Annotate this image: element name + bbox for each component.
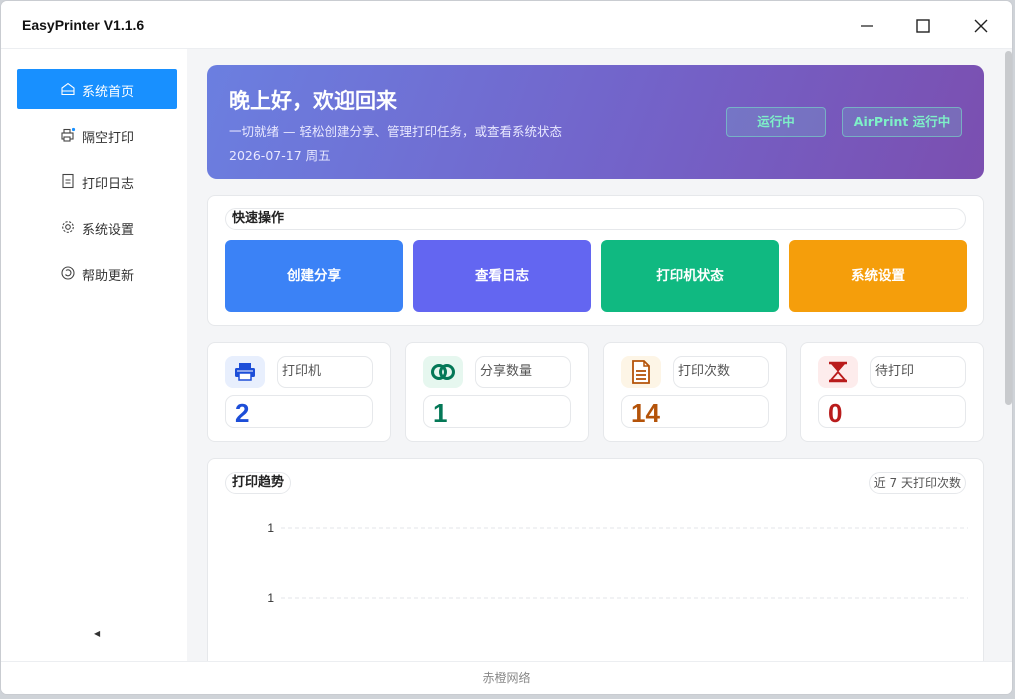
file-text-icon: [621, 356, 661, 388]
sidebar-item-print-log[interactable]: 打印日志: [17, 161, 177, 201]
sidebar-item-label: 打印日志: [82, 177, 135, 192]
document-icon: [62, 173, 74, 189]
sidebar-item-settings[interactable]: 系统设置: [17, 207, 177, 247]
sidebar-item-label: 系统设置: [82, 223, 135, 238]
airprint-icon: [61, 127, 76, 142]
hourglass-icon: [818, 356, 858, 388]
scrollbar-thumb[interactable]: [1005, 51, 1012, 405]
y-tick-label: 1: [267, 521, 274, 535]
main-content: 晚上好，欢迎回来 一切就绪 — 轻松创建分享、管理打印任务，或查看系统状态 20…: [187, 49, 1000, 661]
print-trend-card: 打印趋势 近 7 天打印次数 11: [207, 458, 984, 661]
welcome-banner: 晚上好，欢迎回来 一切就绪 — 轻松创建分享、管理打印任务，或查看系统状态 20…: [207, 65, 984, 179]
stat-label: 打印机: [277, 356, 373, 388]
system-settings-button[interactable]: 系统设置: [789, 240, 967, 312]
sidebar-item-airprint[interactable]: 隔空打印: [17, 115, 177, 155]
window-title: EasyPrinter V1.1.6: [22, 17, 145, 33]
footer: 赤橙网络: [1, 661, 1012, 694]
sidebar-item-label: 系统首页: [82, 85, 135, 100]
app-window: EasyPrinter V1.1.6 系统首页 隔空打印 打印日志 系统设置 帮…: [0, 0, 1013, 695]
close-icon: [974, 19, 988, 33]
stat-value: 0: [818, 395, 966, 428]
minimize-icon: [861, 25, 873, 27]
stat-card-pending: 待打印 0: [800, 342, 984, 442]
greeting-subtitle: 一切就绪 — 轻松创建分享、管理打印任务，或查看系统状态: [229, 124, 562, 139]
printer-icon: [225, 356, 265, 388]
sidebar-item-label: 隔空打印: [82, 131, 135, 146]
refresh-icon: [61, 266, 75, 280]
vertical-scrollbar[interactable]: [1002, 49, 1012, 661]
stat-value: 2: [225, 395, 373, 428]
airprint-status-badge[interactable]: AirPrint 运行中: [842, 107, 962, 137]
maximize-button[interactable]: [903, 11, 943, 41]
gear-icon: [62, 221, 74, 233]
trend-chart: 11: [267, 521, 968, 605]
sidebar-item-label: 帮助更新: [82, 269, 135, 284]
stat-label: 待打印: [870, 356, 966, 388]
link-icon: [423, 356, 463, 388]
home-icon: [61, 82, 75, 96]
stat-card-print-count: 打印次数 14: [603, 342, 787, 442]
footer-text: 赤橙网络: [482, 671, 531, 685]
greeting-title: 晚上好，欢迎回来: [229, 89, 397, 113]
view-log-button[interactable]: 查看日志: [413, 240, 591, 312]
printer-status-button[interactable]: 打印机状态: [601, 240, 779, 312]
close-button[interactable]: [961, 11, 1001, 41]
create-share-button[interactable]: 创建分享: [225, 240, 403, 312]
quick-actions-title: 快速操作: [225, 208, 966, 230]
stat-card-printers: 打印机 2: [207, 342, 391, 442]
quick-actions-card: 快速操作 创建分享 查看日志 打印机状态 系统设置: [207, 195, 984, 326]
sidebar-item-help-update[interactable]: 帮助更新: [17, 253, 177, 293]
sidebar-item-home[interactable]: 系统首页: [17, 69, 177, 109]
title-bar[interactable]: EasyPrinter V1.1.6: [1, 1, 1012, 49]
stat-label: 打印次数: [673, 356, 769, 388]
collapse-sidebar-button[interactable]: ◀: [94, 629, 100, 638]
sidebar: 系统首页 隔空打印 打印日志 系统设置 帮助更新: [1, 49, 187, 661]
maximize-icon: [916, 19, 930, 33]
current-date: 2026-07-17 周五: [229, 148, 331, 163]
y-tick-label: 1: [267, 591, 274, 605]
stat-value: 14: [621, 395, 769, 428]
stat-card-shares: 分享数量 1: [405, 342, 589, 442]
stat-value: 1: [423, 395, 571, 428]
minimize-button[interactable]: [847, 11, 887, 41]
service-status-badge[interactable]: 运行中: [726, 107, 826, 137]
stat-label: 分享数量: [475, 356, 571, 388]
